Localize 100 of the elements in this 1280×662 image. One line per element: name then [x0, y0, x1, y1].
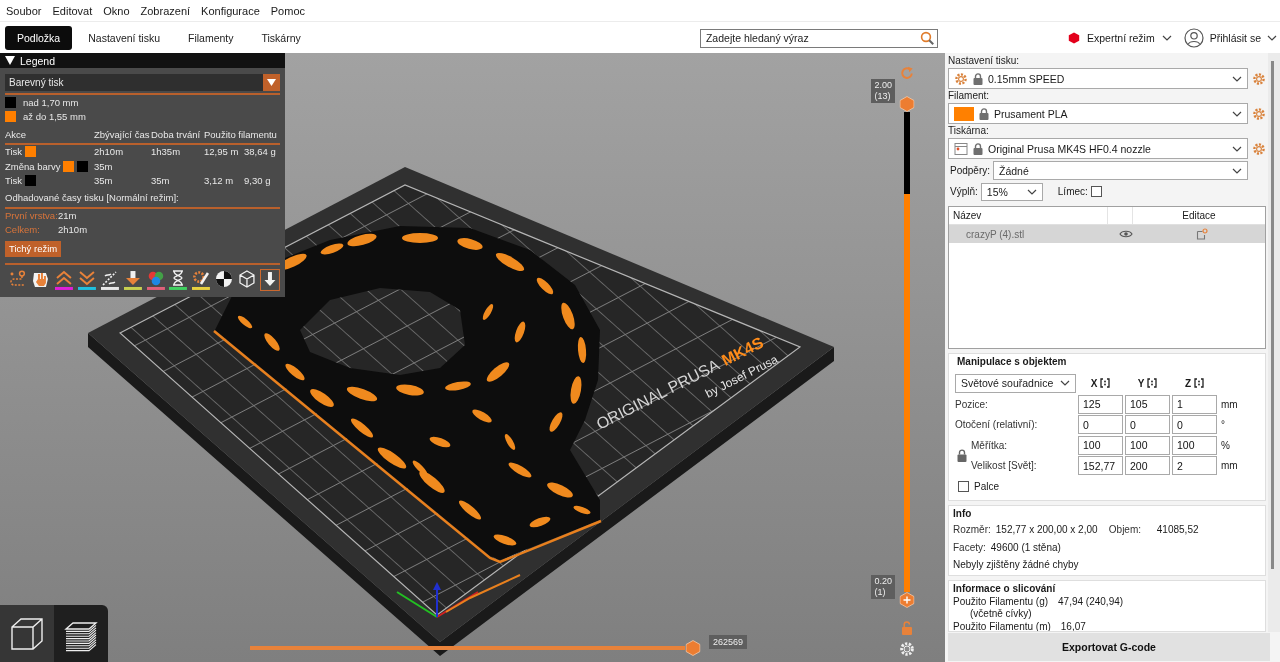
table-cell-text: 35m	[151, 175, 171, 187]
number-field[interactable]: 125	[1078, 394, 1123, 414]
preset-label: Tiskárna:	[948, 124, 990, 138]
number-field[interactable]: 0	[1125, 415, 1170, 435]
gear-icon[interactable]	[1252, 71, 1266, 86]
move-label: 262569	[709, 635, 748, 649]
table-cell-text: 9,30 g	[244, 175, 272, 187]
inches-checkbox[interactable]	[958, 480, 969, 492]
info-value: 152,77 x 200,00 x 2,00	[995, 524, 1099, 536]
printer-preset-dropdown[interactable]: Original Prusa MK4S HF0.4 nozzle	[948, 138, 1248, 159]
cube-view-button[interactable]	[0, 605, 54, 662]
object-row[interactable]: crazyP (4).stl	[949, 225, 1265, 243]
search-field[interactable]: Zadejte hledaný výraz	[699, 28, 938, 48]
mode-button[interactable]: Tichý režim	[5, 240, 62, 257]
number-field[interactable]: 100	[1078, 435, 1123, 455]
slider-thumb[interactable]	[685, 640, 701, 656]
menu-item[interactable]: Konfigurace	[201, 4, 260, 17]
info-label: Použito Filamentu (g)	[953, 595, 1049, 608]
info-value: 49600 (1 stěna)	[990, 541, 1061, 553]
gear-pencil-icon[interactable]	[191, 268, 212, 291]
slider-thumb[interactable]	[899, 96, 915, 112]
eye-icon[interactable]	[1119, 229, 1133, 239]
collapse-triangle-icon[interactable]	[5, 56, 15, 65]
chevron-down-icon	[1267, 34, 1277, 41]
field-label: Velikost [Svět]:	[971, 460, 1038, 472]
brim-checkbox[interactable]	[1090, 186, 1102, 197]
print-preset-dropdown[interactable]: 0.15mm SPEED	[948, 68, 1248, 89]
info-label: Použito Filamentu (m)	[953, 620, 1051, 631]
scrollbar[interactable]	[1268, 53, 1280, 632]
chevron-down-icon	[1232, 145, 1242, 152]
unit-label: %	[1220, 439, 1231, 451]
number-field[interactable]: 0	[1078, 415, 1123, 435]
menu-item[interactable]: Soubor	[6, 4, 42, 17]
bracket-icon[interactable]	[1194, 378, 1205, 388]
export-button[interactable]: Exportovat G-code	[948, 633, 1270, 661]
gear-icon[interactable]	[1252, 141, 1266, 156]
chevron-down-icon	[1161, 34, 1172, 41]
number-field[interactable]: 105	[1125, 394, 1170, 414]
scrollbar-thumb[interactable]	[1271, 61, 1274, 569]
menu-item[interactable]: Editovat	[52, 4, 93, 17]
lock-icon	[979, 107, 989, 120]
chevron-down-icon	[1026, 188, 1037, 195]
section-title: Manipulace s objektem	[956, 355, 1068, 369]
layer-label: 2.00 (13)	[871, 79, 895, 103]
tab[interactable]: Nastavení tisku	[76, 25, 172, 50]
tab[interactable]: Filamenty	[176, 25, 246, 50]
arrow-down-icon[interactable]	[122, 268, 143, 291]
infill-dropdown[interactable]: 15%	[980, 182, 1043, 201]
square-badge-icon[interactable]	[1196, 228, 1208, 240]
bracket-icon[interactable]	[1147, 378, 1158, 388]
supports-dropdown[interactable]: Žádné	[993, 161, 1248, 180]
legend-header[interactable]: Legend	[0, 53, 285, 68]
lock-icon[interactable]	[957, 449, 967, 462]
chevron-down-icon	[1060, 380, 1070, 386]
menu-item[interactable]: Pomoc	[270, 4, 306, 17]
gear-icon[interactable]	[1252, 106, 1266, 121]
menu-item[interactable]: Okno	[103, 4, 130, 17]
table-cell: Tisk	[5, 175, 23, 187]
number-field[interactable]: 200	[1125, 456, 1170, 476]
number-field[interactable]: 1	[1172, 394, 1217, 414]
view-type-dropdown[interactable]: Barevný tisk	[5, 74, 280, 91]
layers-view-button[interactable]	[54, 605, 108, 662]
column-header: Použito filamentu	[204, 128, 278, 140]
filament-preset-dropdown[interactable]: Prusament PLA	[948, 103, 1248, 124]
lock-icon	[973, 142, 983, 155]
tab[interactable]: Tiskárny	[249, 25, 313, 50]
login-button[interactable]: Přihlásit se	[1183, 27, 1277, 48]
range-label: až do 1,55 mm	[23, 111, 86, 123]
range-label: nad 1,70 mm	[23, 96, 79, 108]
bracket-icon[interactable]	[1100, 378, 1111, 388]
layer-slider-track[interactable]	[904, 112, 910, 592]
search-icon[interactable]	[919, 30, 934, 45]
number-field[interactable]: 152,77	[1078, 456, 1123, 476]
axis-label: Y	[1137, 377, 1145, 389]
mode-selector[interactable]: Expertní režim	[1067, 31, 1172, 44]
number-field[interactable]: 2	[1172, 456, 1217, 476]
column-header: Zbývající čas	[94, 128, 151, 140]
field-label: Měřítka:	[971, 439, 1009, 451]
menu-item[interactable]: Zobrazení	[140, 4, 191, 17]
plus-thumb[interactable]	[899, 592, 915, 608]
info-label: Facety:	[953, 541, 987, 553]
info-value: 16,07	[1060, 620, 1086, 631]
tab[interactable]: Podložka	[5, 25, 73, 50]
number-field[interactable]: 100	[1172, 435, 1217, 455]
gear-icon	[954, 71, 968, 86]
info-status: Nebyly zjištěny žádné chyby	[953, 559, 1079, 571]
hourglass-icon[interactable]	[168, 268, 189, 291]
number-field[interactable]: 0	[1172, 415, 1217, 435]
object-name: crazyP (4).stl	[965, 228, 1026, 240]
chevron-down-icon	[1232, 167, 1242, 174]
chevrons-down-icon[interactable]	[76, 268, 97, 291]
number-field[interactable]: 100	[1125, 435, 1170, 455]
column-header: Editace	[1132, 207, 1265, 224]
coordinates-dropdown[interactable]: Světové souřadnice	[955, 373, 1076, 393]
table-cell-text: 35m	[94, 160, 114, 172]
move-slider-track[interactable]	[250, 646, 685, 650]
legend-title: Legend	[20, 54, 56, 67]
field-label: Otočení (relativní):	[955, 419, 1039, 431]
estimate-title: Odhadované časy tisku [Normální režim]:	[5, 191, 180, 205]
chevrons-up-icon[interactable]	[53, 268, 74, 291]
